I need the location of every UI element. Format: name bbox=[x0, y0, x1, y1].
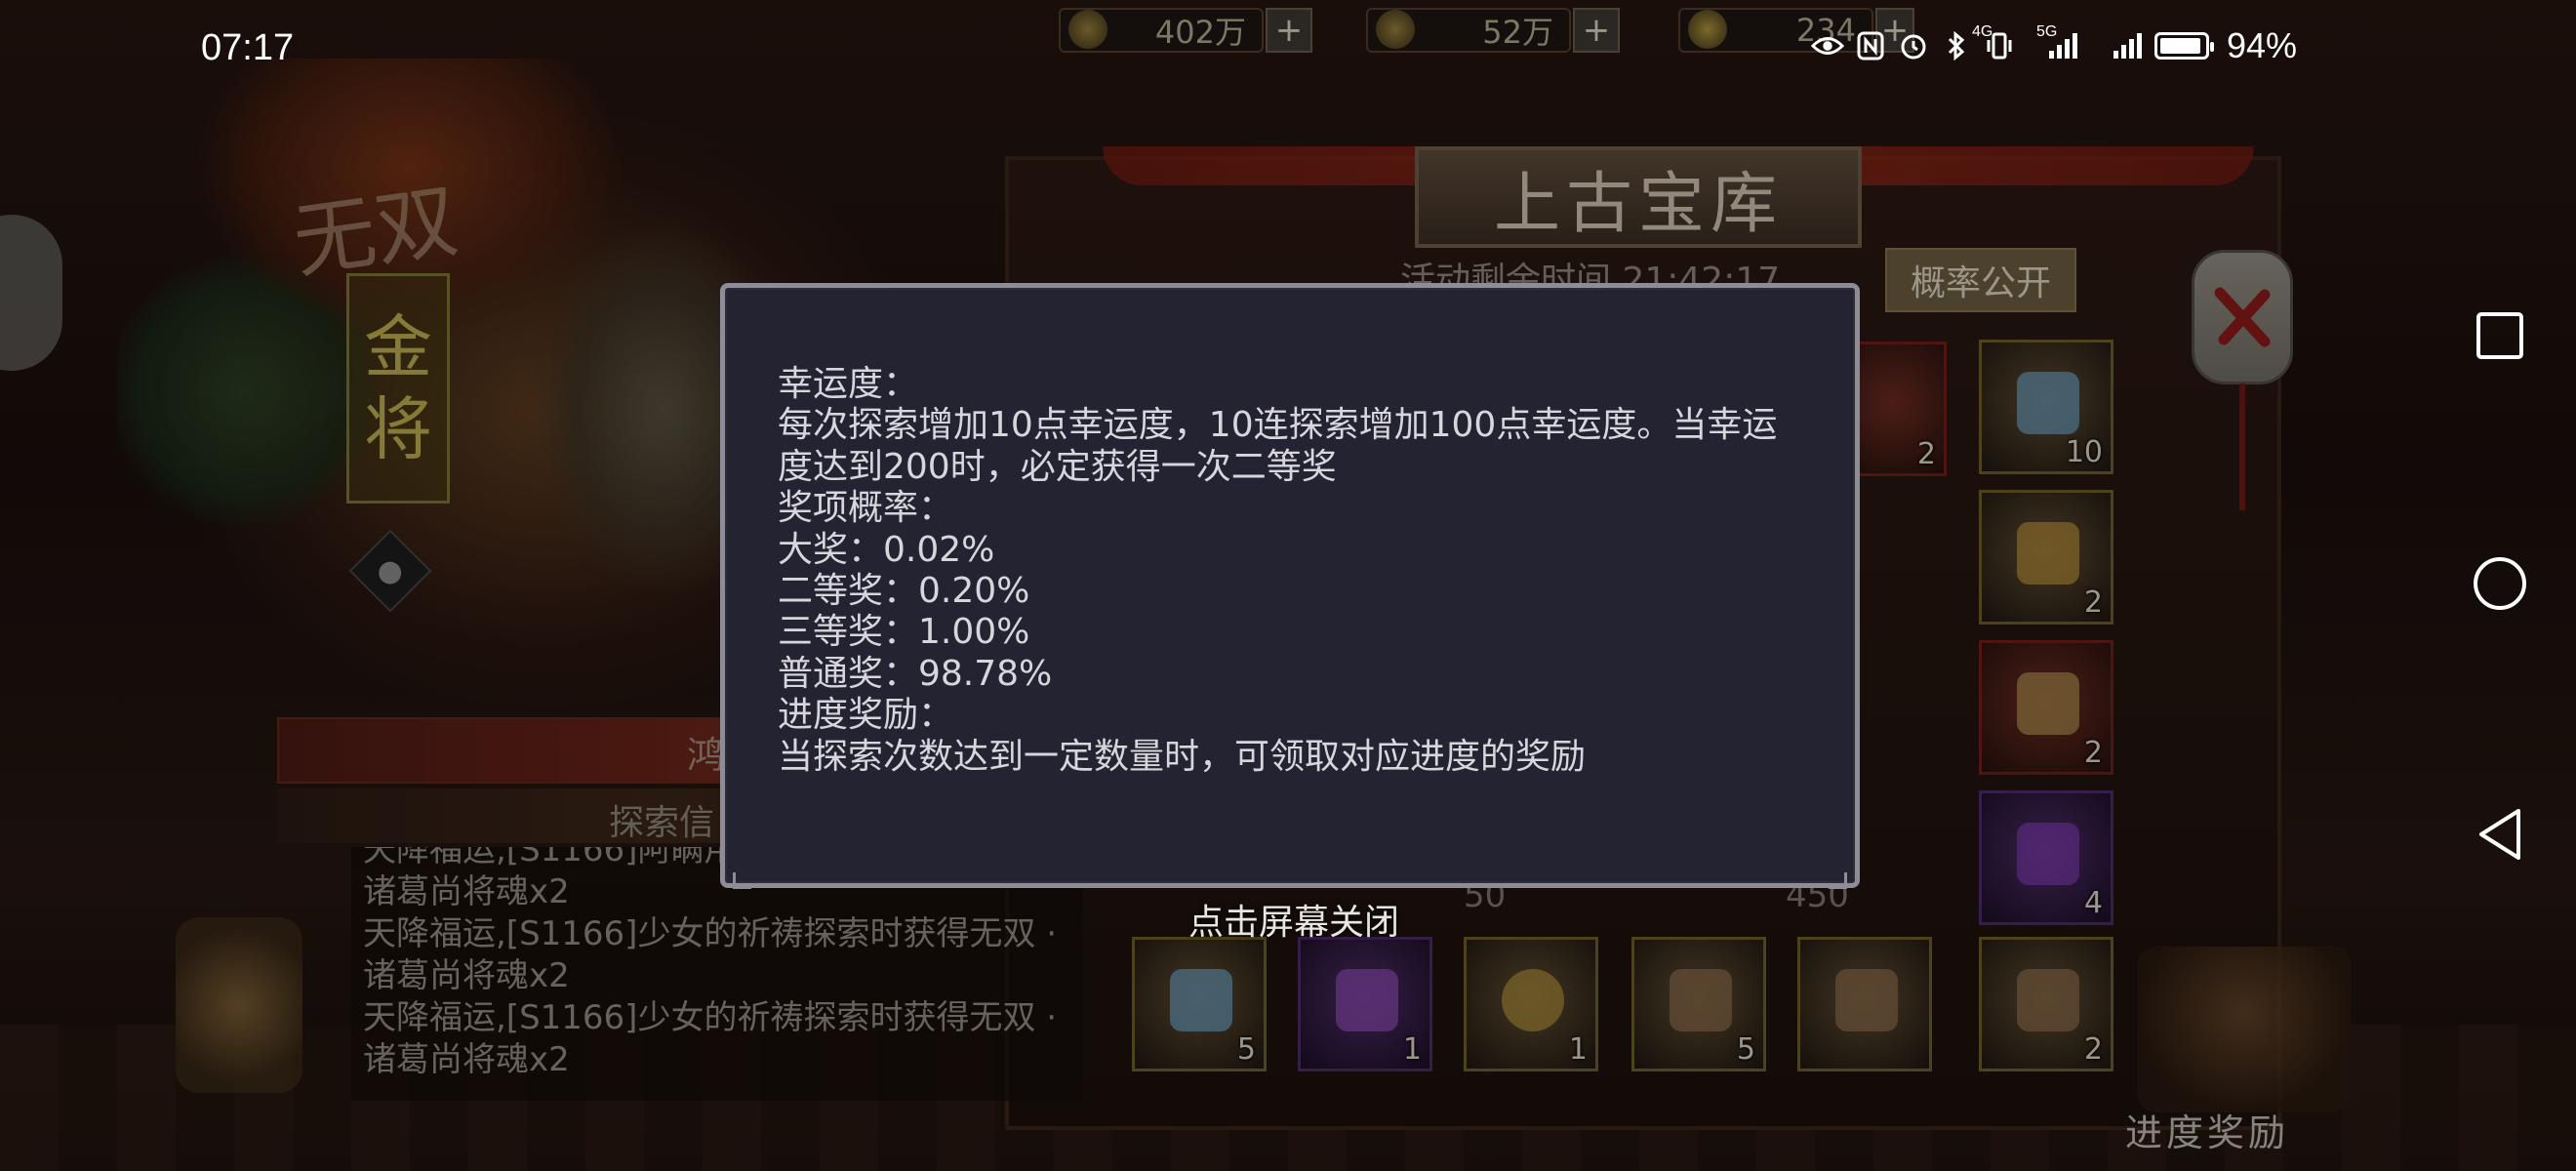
back-button[interactable] bbox=[2471, 805, 2529, 864]
dialog-heading-luck: 幸运度： bbox=[778, 364, 919, 404]
nfc-icon bbox=[1854, 29, 1887, 62]
square-icon bbox=[2476, 312, 2523, 359]
dialog-corner bbox=[733, 872, 751, 889]
bluetooth-icon bbox=[1940, 29, 1973, 62]
dialog-text: 当探索次数达到一定数量时，可领取对应进度的奖励 bbox=[778, 736, 1587, 777]
resource-grain: 402万 + bbox=[1059, 6, 1312, 55]
resource-coin-value: 52万 bbox=[1482, 14, 1553, 51]
home-button[interactable] bbox=[2471, 554, 2529, 613]
common-prize-rate: 普通奖：98.78% bbox=[778, 653, 1053, 694]
resource-coin: 52万 + bbox=[1366, 6, 1620, 55]
network-4g-label: 4G bbox=[1971, 23, 1993, 40]
probability-dialog[interactable]: 幸运度： 每次探索增加10点幸运度，10连探索增加100点幸运度。当幸运 度达到… bbox=[720, 283, 1860, 889]
battery-percent: 94% bbox=[2226, 25, 2297, 65]
dialog-heading-probability: 奖项概率： bbox=[778, 488, 954, 529]
tap-to-close-hint[interactable]: 点击屏幕关闭 bbox=[1188, 894, 1399, 945]
dialog-text: 每次探索增加10点幸运度，10连探索增加100点幸运度。当幸运 bbox=[778, 405, 1778, 446]
grand-prize-rate: 大奖：0.02% bbox=[778, 529, 995, 570]
network-5g-label: 5G bbox=[2035, 23, 2058, 40]
signal-5g-icon bbox=[2090, 29, 2145, 62]
grain-icon bbox=[1068, 10, 1107, 49]
third-prize-rate: 三等奖：1.00% bbox=[778, 612, 1030, 653]
coin-icon bbox=[1376, 10, 1415, 49]
dialog-text: 度达到200时，必定获得一次二等奖 bbox=[778, 446, 1337, 487]
add-coin-button[interactable]: + bbox=[1573, 8, 1620, 53]
dialog-heading-progress: 进度奖励： bbox=[778, 695, 954, 736]
battery-icon bbox=[2153, 32, 2214, 60]
eye-icon bbox=[1810, 29, 1844, 62]
dialog-corner bbox=[1829, 872, 1847, 889]
ingot-icon bbox=[1688, 10, 1727, 49]
recents-button[interactable] bbox=[2471, 306, 2529, 365]
add-grain-button[interactable]: + bbox=[1266, 8, 1312, 53]
circle-icon bbox=[2474, 557, 2526, 610]
triangle-back-icon bbox=[2479, 809, 2520, 860]
alarm-icon bbox=[1897, 29, 1930, 62]
resource-grain-value: 402万 bbox=[1154, 14, 1246, 51]
status-time: 07:17 bbox=[201, 27, 295, 68]
second-prize-rate: 二等奖：0.20% bbox=[778, 571, 1030, 612]
dialog-body: 幸运度： 每次探索增加10点幸运度，10连探索增加100点幸运度。当幸运 度达到… bbox=[778, 364, 1816, 778]
status-icons: 4G 5G 94% bbox=[1810, 23, 2297, 66]
battery-fill bbox=[2159, 38, 2200, 54]
